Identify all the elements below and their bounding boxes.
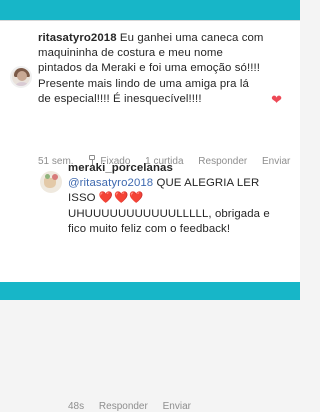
reply-meta: 48s Responder Enviar xyxy=(68,401,203,412)
reply-button[interactable]: Responder xyxy=(99,401,148,412)
mention-link[interactable]: @ritasatyro2018 xyxy=(68,177,153,189)
comments-card: ritasatyro2018 Eu ganhei uma caneca com … xyxy=(0,20,300,412)
bottom-frame-band xyxy=(0,282,300,300)
avatar-face xyxy=(17,71,27,81)
reply-body-part2: UHUUUUUUUUUUULLLLL, obrigada e fico muit… xyxy=(68,207,270,235)
avatar[interactable] xyxy=(10,66,32,88)
avatar-flower xyxy=(52,174,58,180)
avatar[interactable] xyxy=(40,171,62,193)
comment-username[interactable]: ritasatyro2018 xyxy=(38,32,117,44)
reply-username[interactable]: meraki_porcelanas xyxy=(68,162,173,174)
reply-age: 48s xyxy=(68,401,85,412)
top-frame-band xyxy=(0,0,300,20)
send-button[interactable]: Enviar xyxy=(163,401,191,412)
hearts-emoji: ❤️❤️❤️ xyxy=(98,192,145,205)
reply-text: meraki_porcelanas @ritasatyro2018 QUE AL… xyxy=(68,161,282,237)
heart-icon[interactable]: ❤ xyxy=(271,93,282,106)
avatar-leaf xyxy=(45,174,50,179)
avatar-shoulders xyxy=(13,82,30,86)
comment-text: ritasatyro2018 Eu ganhei uma caneca com … xyxy=(38,31,264,107)
